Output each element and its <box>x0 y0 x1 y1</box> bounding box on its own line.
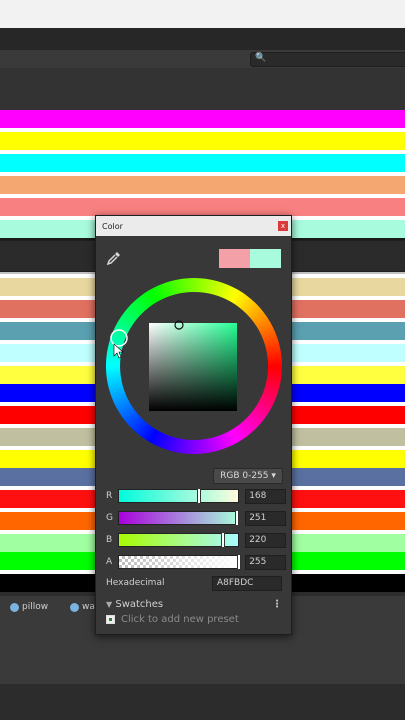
channel-label: G <box>106 513 113 523</box>
color-stripe <box>0 154 405 172</box>
search-icon: 🔍 <box>255 53 267 63</box>
top-menu-bar <box>0 0 405 28</box>
channel-label: R <box>106 491 113 501</box>
b-slider[interactable] <box>117 533 240 547</box>
color-stripe <box>0 176 405 194</box>
inspector-header <box>0 68 405 110</box>
slider-handle[interactable] <box>196 489 201 503</box>
hex-label: Hexadecimal <box>106 578 165 588</box>
channel-label: B <box>106 535 113 545</box>
color-preview <box>219 249 281 268</box>
channel-label: A <box>106 557 113 567</box>
g-slider[interactable] <box>117 511 240 525</box>
a-slider[interactable] <box>117 555 241 569</box>
color-picker-window: Color x RGB 0-255 ▾ R 168 G 251 B 220 A … <box>95 215 292 635</box>
r-slider[interactable] <box>117 489 240 503</box>
slider-handle[interactable] <box>220 533 225 547</box>
swatches-label: Swatches <box>115 598 164 610</box>
previous-color-swatch[interactable] <box>219 249 250 268</box>
hue-wheel[interactable] <box>104 276 284 456</box>
asset-item-pillow[interactable]: pillow <box>10 602 48 612</box>
a-value-field[interactable]: 255 <box>245 554 286 570</box>
color-mode-dropdown[interactable]: RGB 0-255 ▾ <box>213 468 283 484</box>
more-options-icon[interactable]: ⋮ <box>272 599 282 610</box>
search-input[interactable]: 🔍 <box>250 52 405 67</box>
eyedropper-icon[interactable] <box>106 250 122 266</box>
triangle-down-icon: ▼ <box>106 599 113 609</box>
color-stripe <box>0 110 405 128</box>
color-stripe <box>0 198 405 216</box>
material-icon <box>70 602 79 612</box>
hex-row: Hexadecimal A8FBDC <box>106 575 282 591</box>
slider-row-b: B 220 <box>106 532 286 548</box>
hex-input[interactable]: A8FBDC <box>212 575 282 591</box>
tab-bar <box>0 28 405 51</box>
status-bar <box>0 684 405 720</box>
swatches-header[interactable]: ▼ Swatches ⋮ <box>106 597 282 611</box>
preset-swatch-icon <box>106 615 115 624</box>
slider-row-g: G 251 <box>106 510 286 526</box>
b-value-field[interactable]: 220 <box>245 532 286 548</box>
slider-handle[interactable] <box>236 555 241 569</box>
window-title: Color <box>102 221 123 231</box>
close-button[interactable]: x <box>278 221 288 231</box>
color-window-titlebar[interactable]: Color x <box>96 216 291 236</box>
asset-item-wal[interactable]: wal <box>70 602 97 612</box>
r-value-field[interactable]: 168 <box>245 488 286 504</box>
add-preset-button[interactable]: Click to add new preset <box>106 614 239 625</box>
slider-row-a: A 255 <box>106 554 286 570</box>
mode-label: RGB 0-255 <box>220 471 269 481</box>
add-preset-label: Click to add new preset <box>121 614 239 625</box>
slider-row-r: R 168 <box>106 488 286 504</box>
g-value-field[interactable]: 251 <box>245 510 286 526</box>
asset-label: pillow <box>22 602 49 612</box>
current-color-swatch <box>250 249 281 268</box>
slider-handle[interactable] <box>235 511 240 525</box>
material-icon <box>10 602 19 612</box>
color-stripe <box>0 132 405 150</box>
